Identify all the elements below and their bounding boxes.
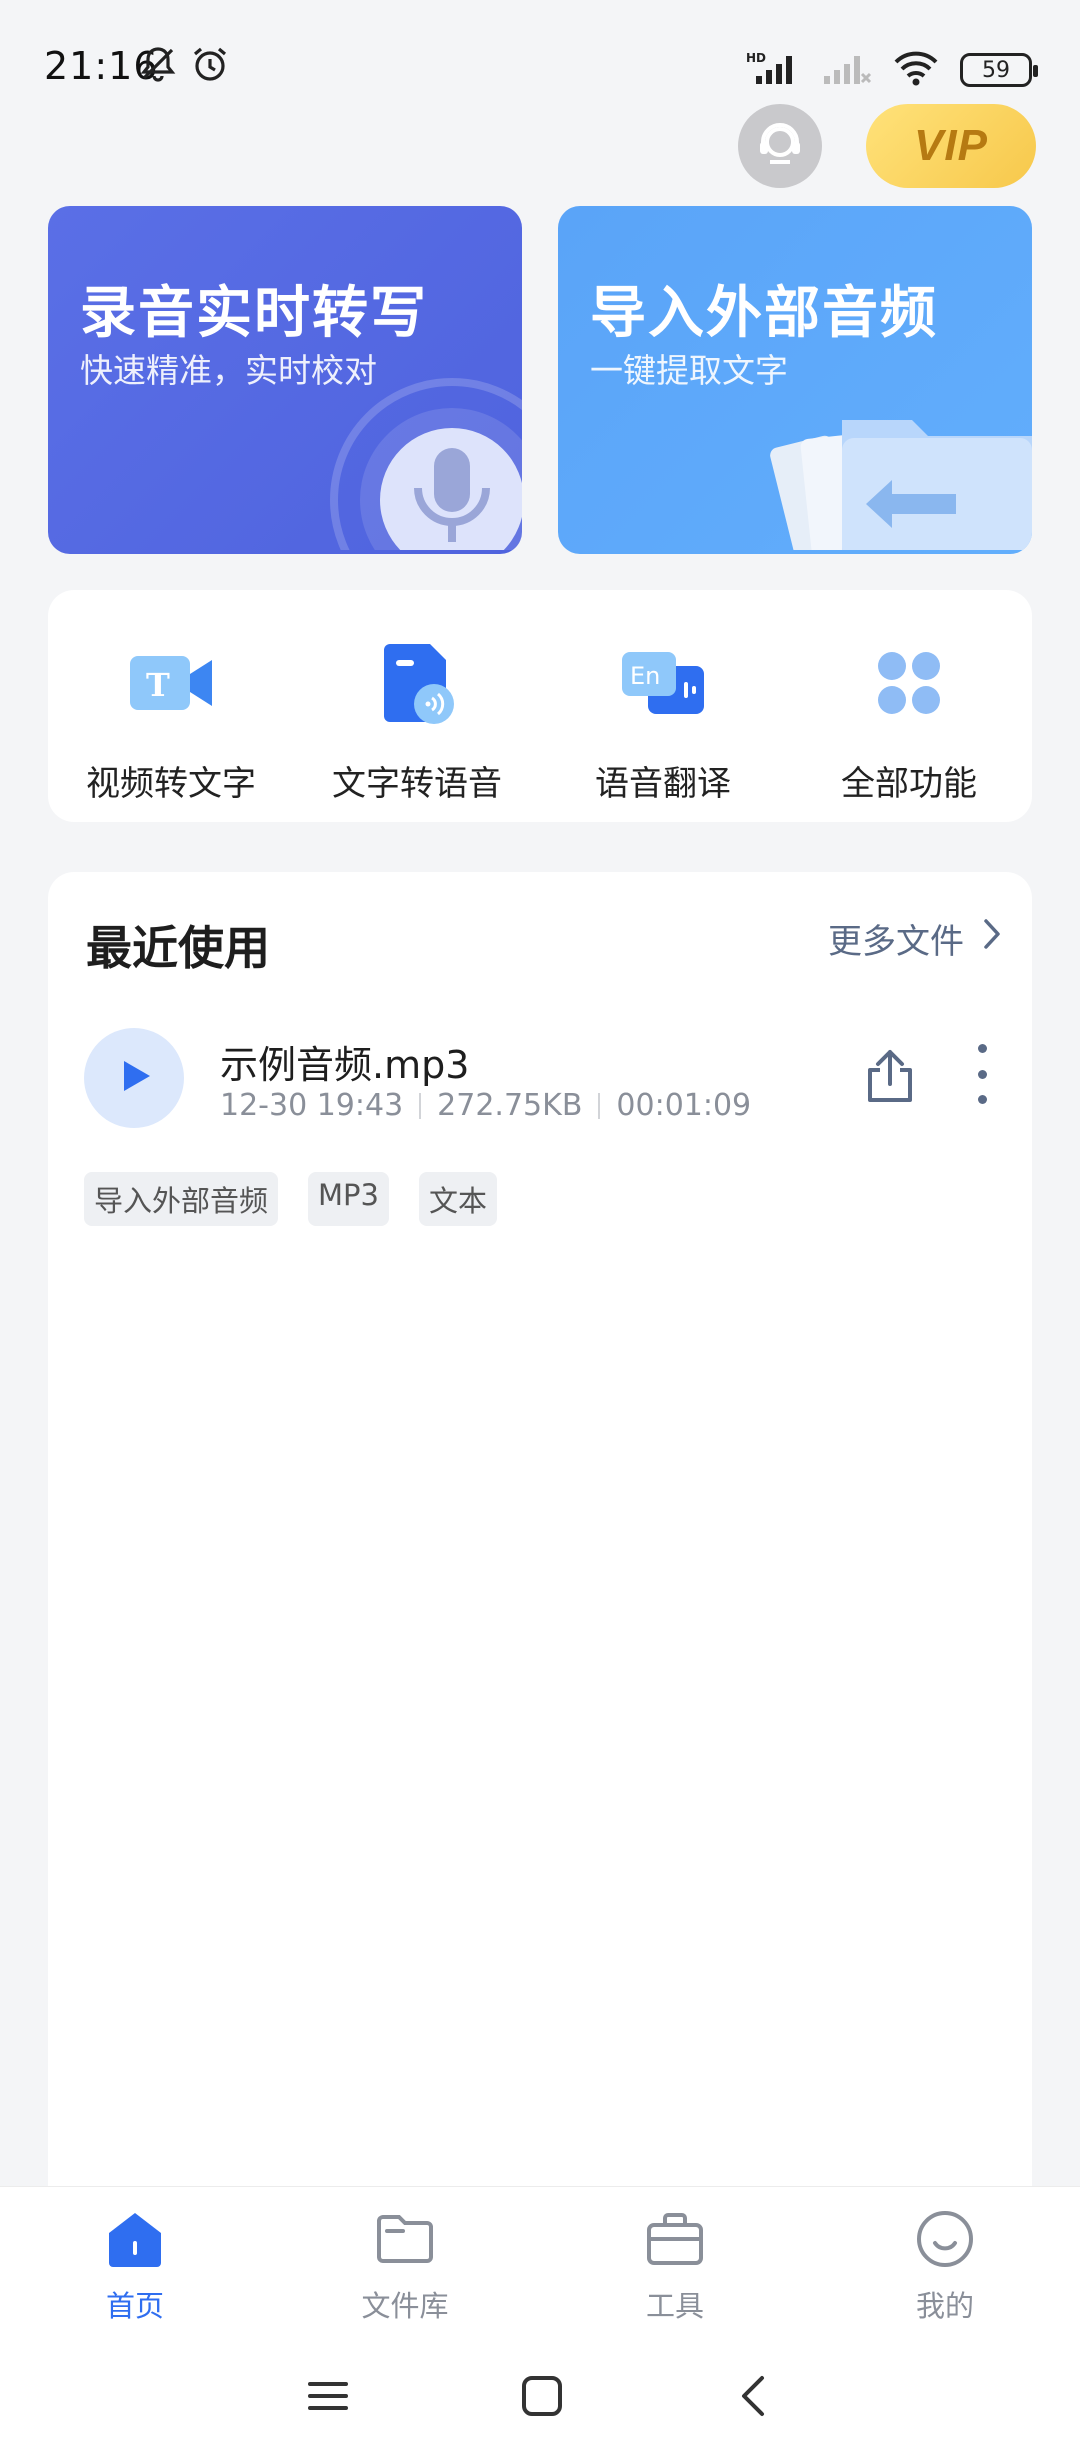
nav-label: 我的: [915, 2289, 974, 2323]
more-files-label: 更多文件: [828, 922, 964, 962]
status-right-icons: HD 59: [746, 48, 1038, 92]
play-icon: [114, 1056, 154, 1100]
share-button[interactable]: [862, 1046, 918, 1110]
dot: [977, 1044, 987, 1053]
svg-text:T: T: [146, 666, 170, 704]
hero-title: 导入外部音频: [590, 281, 938, 346]
nav-label: 文件库: [361, 2289, 449, 2323]
file-duration: 00:01:09: [616, 1088, 752, 1123]
tool-text-to-speech[interactable]: 文字转语音: [294, 590, 540, 822]
recent-files-card: 最近使用 更多文件 示例音频.mp3 12-30 19:43 272.75KB …: [48, 872, 1032, 2192]
vip-button[interactable]: VIP: [866, 104, 1036, 188]
status-bar: 21:16 HD 59: [0, 0, 1080, 120]
file-tag: MP3: [308, 1172, 389, 1226]
nav-home[interactable]: 首页: [0, 2187, 270, 2336]
system-navigation-bar: [0, 2336, 1080, 2460]
silent-bell-icon: [138, 44, 178, 88]
signal-weak-icon: [822, 48, 872, 92]
tool-voice-translate[interactable]: En 语音翻译: [540, 590, 786, 822]
file-tag: 导入外部音频: [84, 1172, 279, 1226]
nav-label: 首页: [105, 2289, 164, 2323]
more-files-link[interactable]: 更多文件: [828, 914, 1002, 963]
menu-icon[interactable]: [306, 2376, 350, 2420]
alarm-icon: [190, 44, 230, 88]
dot: [977, 1069, 987, 1079]
tool-label: 文字转语音: [332, 764, 502, 804]
file-list-item[interactable]: 示例音频.mp3 12-30 19:43 272.75KB 00:01:09: [84, 1028, 1002, 1132]
tool-label: 全部功能: [841, 764, 977, 804]
file-tags: 导入外部音频 MP3 文本: [84, 1172, 497, 1226]
section-title: 最近使用: [86, 921, 270, 975]
nav-tools[interactable]: 工具: [540, 2187, 810, 2336]
home-icon: [103, 2209, 167, 2273]
meta-divider: [598, 1092, 601, 1119]
import-audio-card[interactable]: 导入外部音频 一键提取文字: [558, 206, 1032, 554]
quick-tools-card: T 视频转文字 文字转语音 En 语音翻译 全部功能: [48, 590, 1032, 822]
file-meta: 12-30 19:43 272.75KB 00:01:09: [220, 1088, 751, 1123]
text-to-speech-icon: [372, 638, 462, 728]
folder-icon: [373, 2209, 437, 2273]
dot: [977, 1095, 987, 1104]
wifi-icon: [892, 48, 940, 92]
back-icon[interactable]: [734, 2374, 774, 2422]
all-features-icon: [864, 638, 954, 728]
hero-subtitle: 一键提取文字: [590, 351, 788, 390]
battery-indicator: 59: [960, 53, 1038, 87]
svg-text:HD: HD: [746, 51, 766, 65]
home-square-icon[interactable]: [520, 2374, 564, 2422]
chevron-right-icon: [982, 917, 1002, 960]
smiley-icon: [913, 2209, 977, 2273]
file-size: 272.75KB: [437, 1088, 583, 1123]
nav-label: 工具: [645, 2289, 704, 2323]
tool-all-features[interactable]: 全部功能: [786, 590, 1032, 822]
toolbox-icon: [643, 2209, 707, 2273]
bottom-navigation: 首页 文件库 工具 我的: [0, 2186, 1080, 2336]
tool-video-to-text[interactable]: T 视频转文字: [48, 590, 294, 822]
play-button[interactable]: [84, 1028, 184, 1128]
file-name: 示例音频.mp3: [220, 1043, 470, 1087]
tool-label: 视频转文字: [86, 764, 256, 804]
record-transcribe-card[interactable]: 录音实时转写 快速精准，实时校对: [48, 206, 522, 554]
microphone-icon: [322, 370, 522, 554]
file-date: 12-30 19:43: [220, 1088, 404, 1123]
nav-profile[interactable]: 我的: [810, 2187, 1080, 2336]
share-icon: [862, 1050, 918, 1110]
svg-text:En: En: [630, 662, 660, 690]
video-to-text-icon: T: [126, 638, 216, 728]
signal-hd-icon: HD: [746, 48, 802, 92]
folder-import-icon: [762, 390, 1032, 554]
customer-service-button[interactable]: [738, 104, 822, 188]
tool-label: 语音翻译: [595, 764, 731, 804]
nav-file-library[interactable]: 文件库: [270, 2187, 540, 2336]
meta-divider: [419, 1092, 422, 1119]
voice-translate-icon: En: [618, 638, 708, 728]
status-left-icons: [138, 44, 230, 88]
file-tag: 文本: [418, 1172, 497, 1226]
headset-icon: [752, 116, 808, 176]
more-options-button[interactable]: [970, 1044, 994, 1104]
hero-title: 录音实时转写: [80, 281, 428, 346]
